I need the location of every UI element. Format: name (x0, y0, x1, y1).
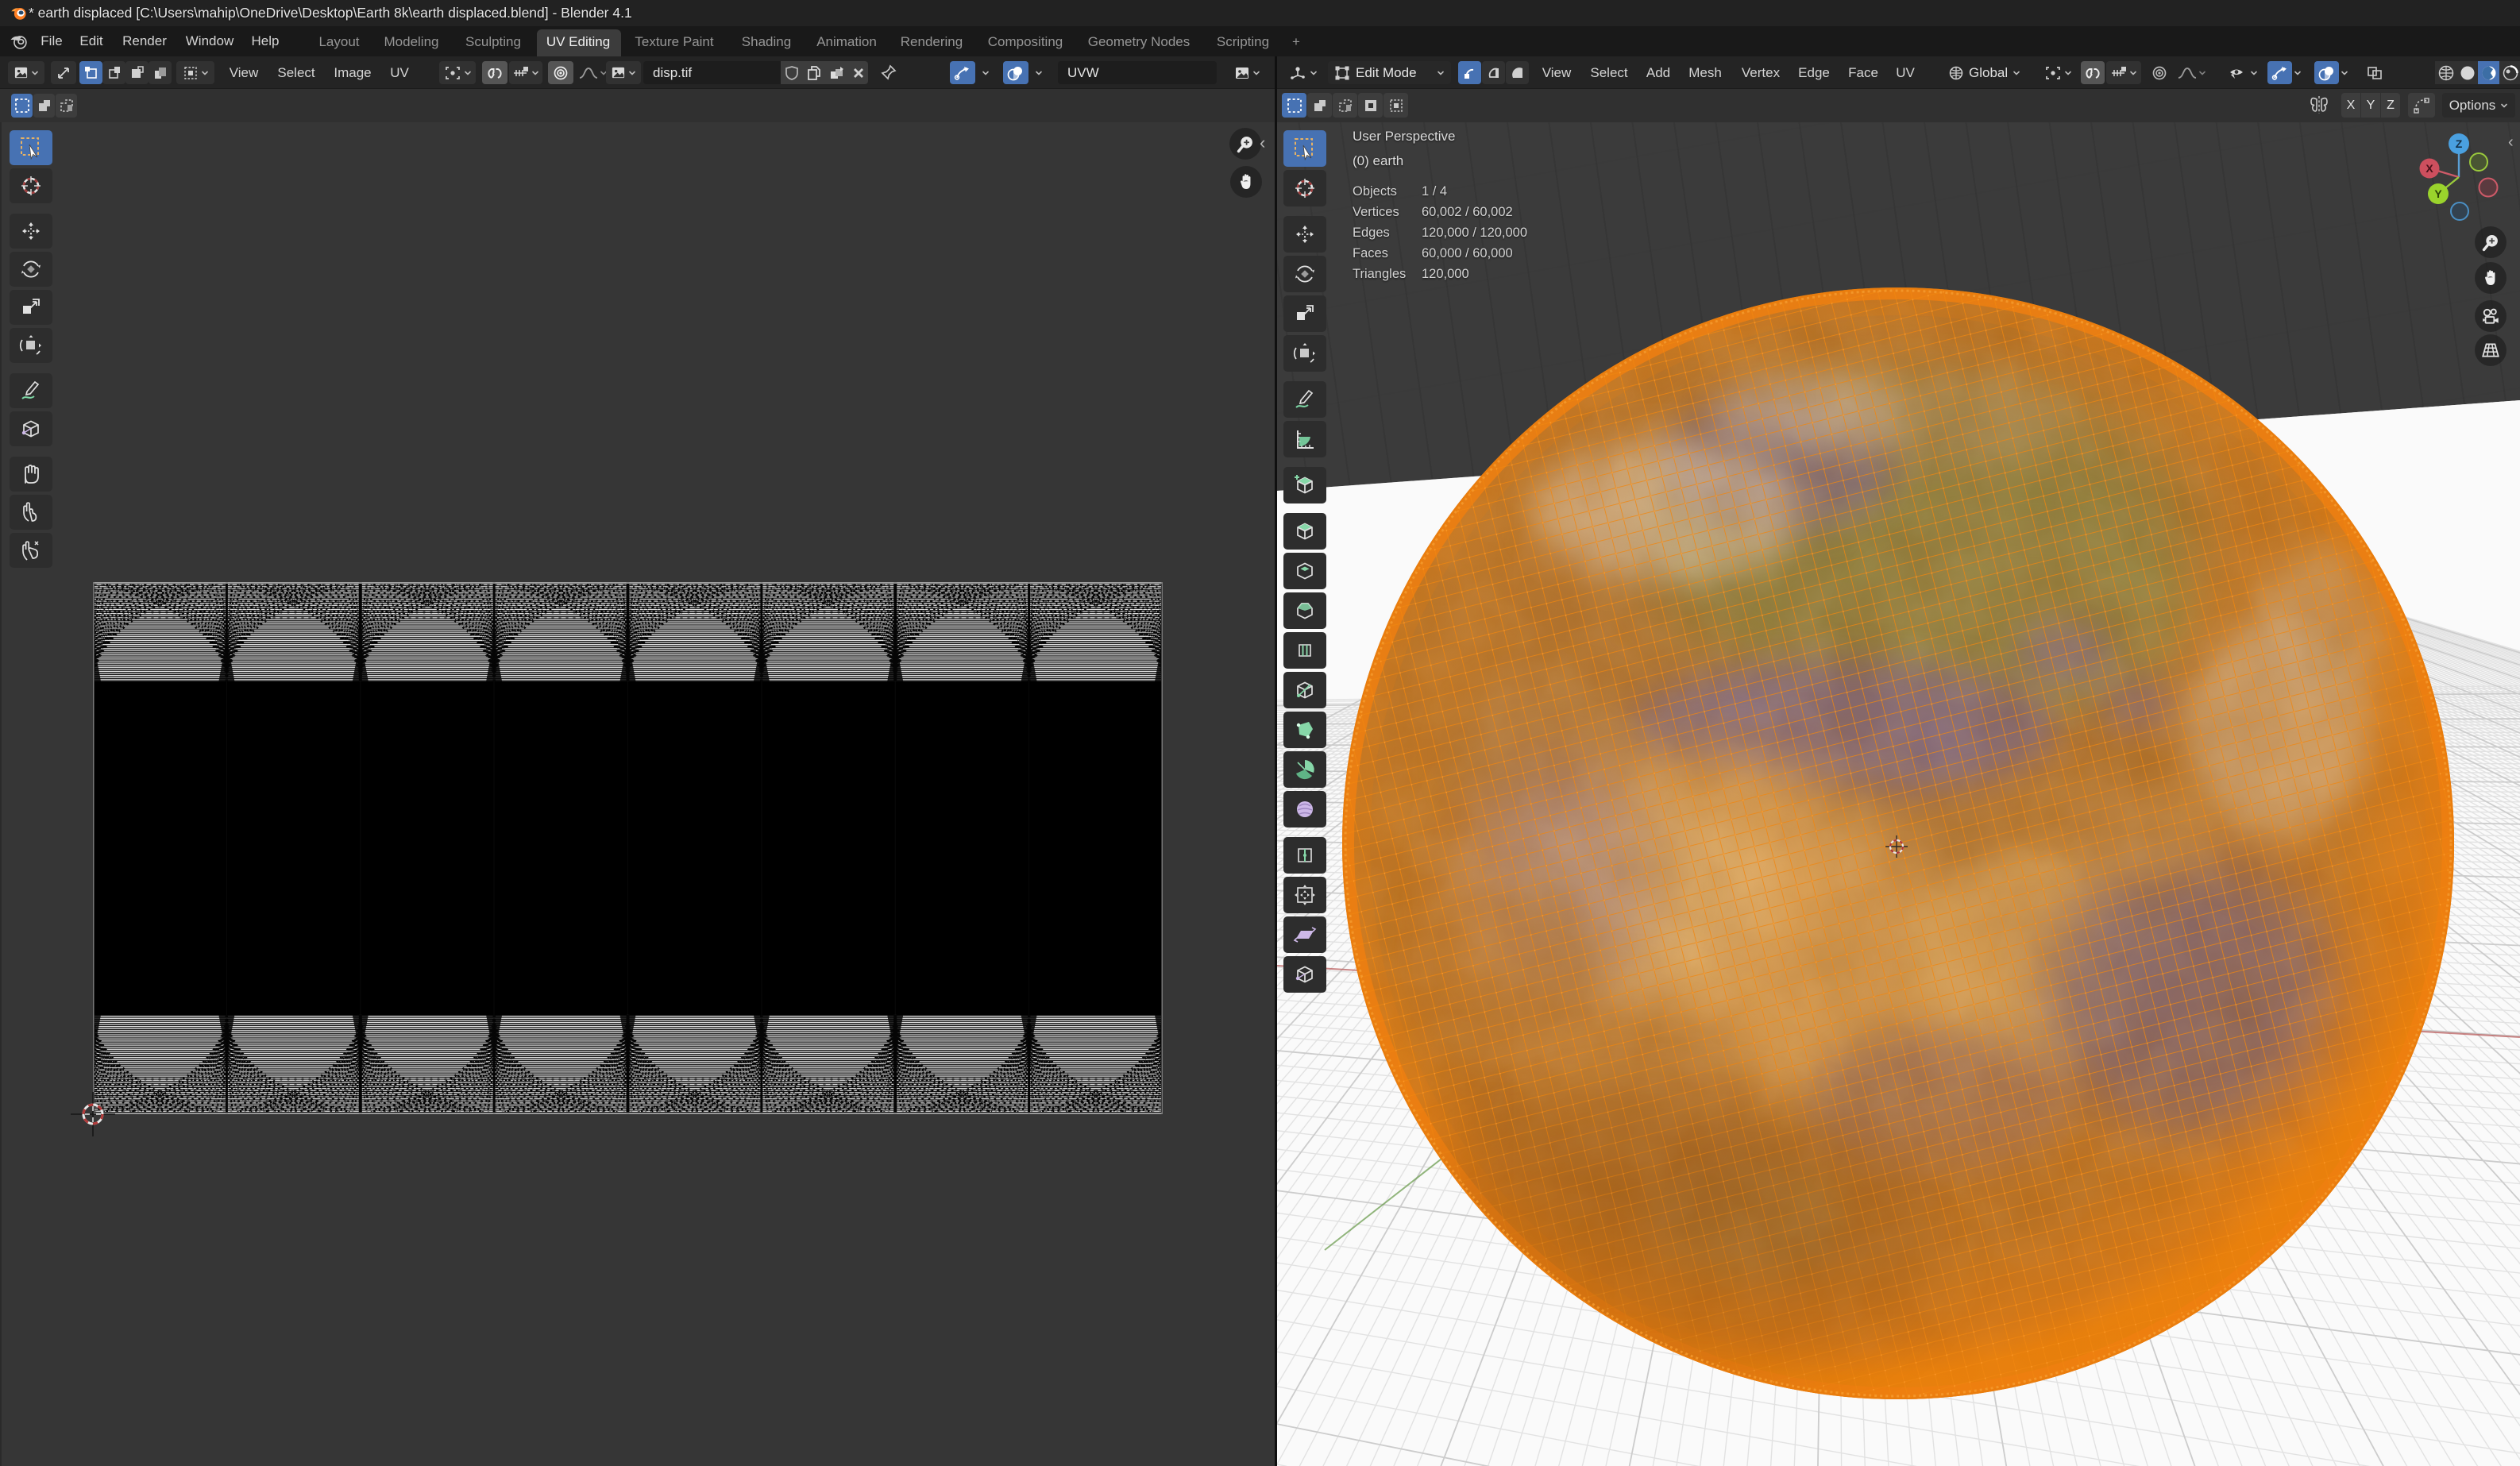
svg-text:X: X (2425, 162, 2433, 175)
svg-text:Z: Z (2456, 137, 2463, 150)
svg-text:Y: Y (2434, 187, 2442, 200)
